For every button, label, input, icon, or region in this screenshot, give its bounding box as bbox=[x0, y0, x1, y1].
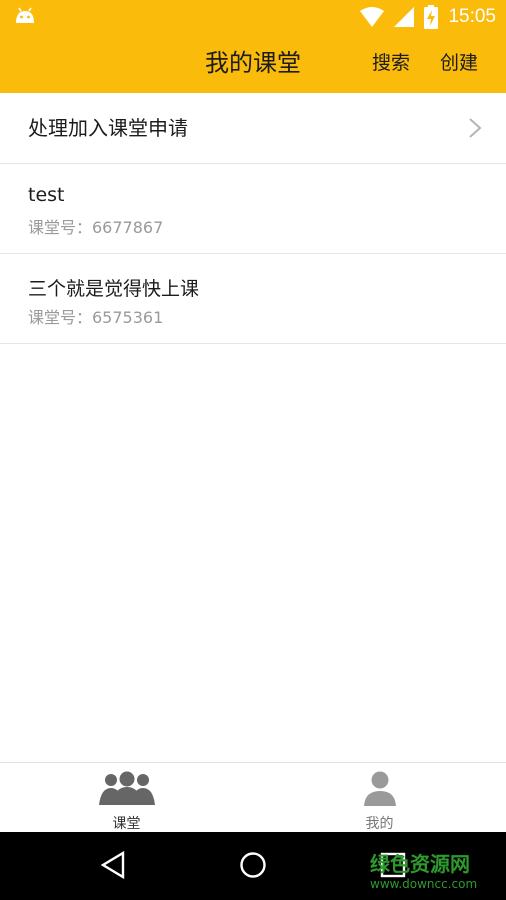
app-bar: 我的课堂 搜索 创建 bbox=[0, 34, 506, 93]
bottom-nav: 课堂 我的 bbox=[0, 762, 506, 833]
class-list-item[interactable]: 三个就是觉得快上课 课堂号：6575361 bbox=[0, 254, 506, 344]
join-requests-label: 处理加入课堂申请 bbox=[28, 116, 188, 140]
class-name: 三个就是觉得快上课 bbox=[28, 278, 200, 300]
class-number: 课堂号：6677867 bbox=[28, 218, 164, 237]
home-icon[interactable] bbox=[238, 850, 268, 880]
back-icon[interactable] bbox=[100, 850, 126, 880]
chevron-right-icon bbox=[469, 118, 482, 138]
watermark-url: www.downcc.com bbox=[370, 877, 478, 891]
battery-charging-icon bbox=[424, 5, 439, 29]
tab-classroom-label: 课堂 bbox=[112, 816, 141, 832]
watermark: 绿色资源网 www.downcc.com bbox=[370, 848, 490, 891]
tab-mine[interactable]: 我的 bbox=[253, 763, 506, 833]
tab-classroom[interactable]: 课堂 bbox=[0, 763, 253, 833]
clock: 15:05 bbox=[448, 6, 496, 27]
watermark-title: 绿色资源网 bbox=[370, 852, 470, 876]
class-list: test 课堂号：6677867 三个就是觉得快上课 课堂号：6575361 bbox=[0, 164, 506, 344]
search-button[interactable]: 搜索 bbox=[372, 34, 410, 93]
class-name: test bbox=[28, 184, 65, 206]
status-bar: 15:05 bbox=[0, 0, 506, 34]
create-button[interactable]: 创建 bbox=[440, 34, 478, 93]
group-icon bbox=[98, 771, 155, 805]
wifi-icon bbox=[360, 7, 385, 27]
person-icon bbox=[363, 771, 396, 806]
page-title: 我的课堂 bbox=[205, 49, 301, 77]
tab-mine-label: 我的 bbox=[365, 816, 394, 832]
class-list-item[interactable]: test 课堂号：6677867 bbox=[0, 164, 506, 254]
class-number: 课堂号：6575361 bbox=[28, 308, 164, 327]
signal-icon bbox=[394, 7, 415, 27]
android-notification-icon bbox=[16, 7, 34, 23]
join-requests-row[interactable]: 处理加入课堂申请 bbox=[0, 93, 506, 164]
